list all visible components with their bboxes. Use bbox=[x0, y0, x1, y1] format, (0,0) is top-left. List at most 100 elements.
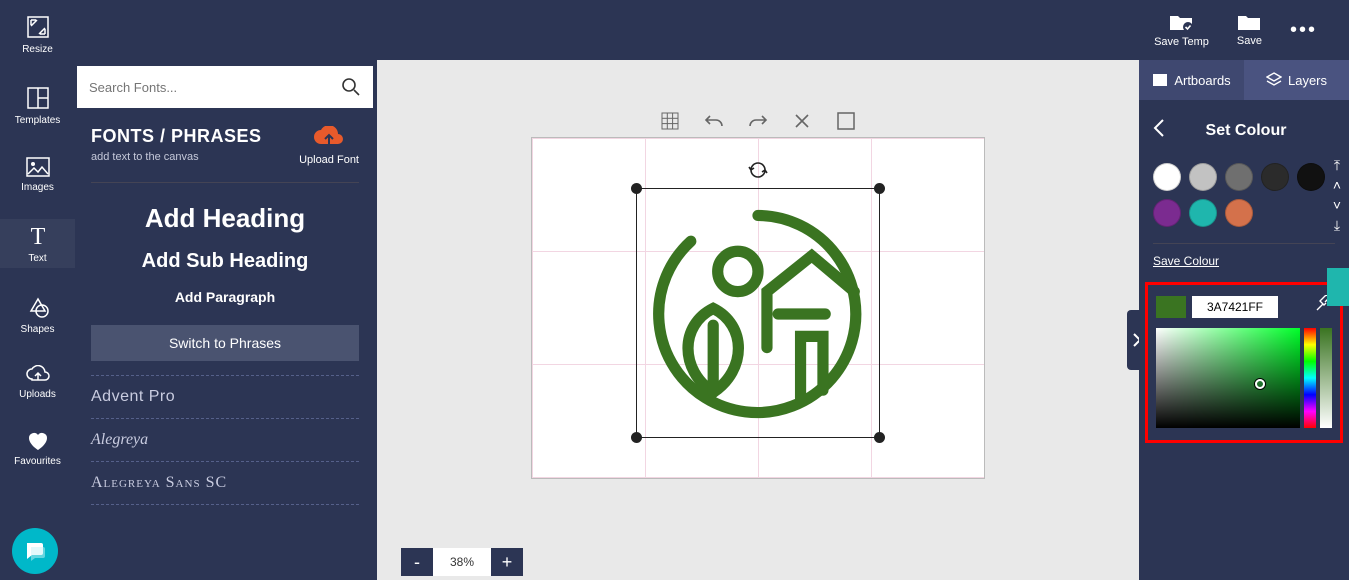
swatch-ltgrey[interactable] bbox=[1189, 163, 1217, 191]
swatch-grey[interactable] bbox=[1225, 163, 1253, 191]
redo-button[interactable] bbox=[747, 110, 769, 132]
undo-icon bbox=[704, 113, 724, 129]
rail-images[interactable]: Images bbox=[0, 152, 75, 197]
chevron-left-icon bbox=[1153, 118, 1165, 138]
font-item-advent-pro[interactable]: Advent Pro bbox=[91, 376, 359, 419]
selection-box[interactable] bbox=[636, 188, 880, 438]
svg-text:T: T bbox=[30, 224, 45, 249]
rail-templates[interactable]: Templates bbox=[0, 81, 75, 130]
save-temp-label: Save Temp bbox=[1154, 36, 1209, 48]
swatch-purple[interactable] bbox=[1153, 199, 1181, 227]
add-paragraph-button[interactable]: Add Paragraph bbox=[77, 289, 373, 305]
font-search[interactable] bbox=[77, 66, 373, 108]
swatch-white[interactable] bbox=[1153, 163, 1181, 191]
add-subheading-button[interactable]: Add Sub Heading bbox=[77, 250, 373, 273]
hue-slider[interactable] bbox=[1304, 328, 1316, 428]
font-search-input[interactable] bbox=[89, 80, 341, 95]
right-panel: Artboards Layers ⤒ ˄ ˅ ⤓ Set Colour Save… bbox=[1139, 60, 1349, 580]
swatch-orange[interactable] bbox=[1225, 199, 1253, 227]
colour-picker-highlighted bbox=[1145, 282, 1343, 443]
more-menu-button[interactable]: ••• bbox=[1290, 19, 1317, 42]
close-button[interactable] bbox=[791, 110, 813, 132]
tool-rail: Resize Templates Images T Text Shapes Up… bbox=[0, 0, 75, 580]
folder-icon bbox=[1237, 13, 1261, 31]
divider bbox=[1153, 243, 1335, 244]
saturation-value-panel[interactable] bbox=[1156, 328, 1300, 428]
font-list: Advent Pro Alegreya Alegreya Sans SC bbox=[77, 376, 373, 505]
rail-images-label: Images bbox=[21, 182, 54, 193]
font-item-alegreya-sans-sc[interactable]: Alegreya Sans SC bbox=[91, 462, 359, 505]
tab-layers[interactable]: Layers bbox=[1244, 60, 1349, 100]
swatch-black[interactable] bbox=[1297, 163, 1325, 191]
current-colour-preview bbox=[1156, 296, 1186, 318]
rail-shapes[interactable]: Shapes bbox=[0, 290, 75, 339]
tab-artboards[interactable]: Artboards bbox=[1139, 60, 1244, 100]
arrow-bottom[interactable]: ⤓ bbox=[1327, 218, 1347, 232]
layers-icon bbox=[1266, 72, 1282, 88]
arrow-top[interactable]: ⤒ bbox=[1327, 158, 1347, 172]
rail-shapes-label: Shapes bbox=[21, 324, 55, 335]
save-colour-button[interactable]: Save Colour bbox=[1139, 254, 1349, 276]
square-icon bbox=[837, 112, 855, 130]
swatch-teal[interactable] bbox=[1189, 199, 1217, 227]
right-panel-title: Set Colour bbox=[1177, 122, 1315, 140]
chat-button[interactable] bbox=[12, 528, 58, 574]
save-button[interactable]: Save bbox=[1237, 13, 1262, 47]
swatch-dark[interactable] bbox=[1261, 163, 1289, 191]
font-item-alegreya[interactable]: Alegreya bbox=[91, 419, 359, 462]
rail-uploads-label: Uploads bbox=[19, 389, 56, 400]
resize-handle-bl[interactable] bbox=[631, 432, 642, 443]
colour-swatches bbox=[1139, 151, 1349, 239]
heart-icon bbox=[26, 430, 50, 452]
redo-icon bbox=[748, 113, 768, 129]
chat-icon bbox=[23, 539, 47, 563]
canvas-area[interactable]: - 38% + bbox=[377, 60, 1139, 580]
side-tab[interactable] bbox=[1327, 268, 1349, 306]
hex-input[interactable] bbox=[1192, 296, 1278, 318]
grid-icon bbox=[661, 112, 679, 130]
fonts-panel: FONTS / PHRASES add text to the canvas U… bbox=[77, 66, 373, 580]
rail-resize-label: Resize bbox=[22, 44, 53, 55]
artboard-button[interactable] bbox=[835, 110, 857, 132]
canvas[interactable] bbox=[532, 138, 984, 478]
resize-icon bbox=[25, 14, 51, 40]
save-label: Save bbox=[1237, 35, 1262, 47]
canvas-toolbar bbox=[659, 110, 857, 132]
rail-favourites-label: Favourites bbox=[14, 456, 61, 467]
add-heading-button[interactable]: Add Heading bbox=[77, 203, 373, 234]
rail-resize[interactable]: Resize bbox=[0, 10, 75, 59]
cloud-upload-icon bbox=[312, 126, 346, 150]
resize-handle-br[interactable] bbox=[874, 432, 885, 443]
upload-font-label: Upload Font bbox=[299, 154, 359, 166]
templates-icon bbox=[25, 85, 51, 111]
resize-handle-tl[interactable] bbox=[631, 183, 642, 194]
rotate-handle[interactable] bbox=[747, 161, 769, 184]
zoom-out-button[interactable]: - bbox=[401, 548, 433, 576]
divider bbox=[91, 182, 359, 183]
zoom-in-button[interactable]: + bbox=[491, 548, 523, 576]
arrow-down[interactable]: ˅ bbox=[1327, 198, 1347, 212]
shapes-icon bbox=[25, 294, 51, 320]
rotate-icon bbox=[747, 161, 769, 179]
rail-uploads[interactable]: Uploads bbox=[0, 361, 75, 404]
resize-handle-tr[interactable] bbox=[874, 183, 885, 194]
arrow-up[interactable]: ˄ bbox=[1327, 178, 1347, 192]
save-temp-button[interactable]: Save Temp bbox=[1154, 12, 1209, 48]
rail-text[interactable]: T Text bbox=[0, 219, 75, 268]
rail-text-label: Text bbox=[28, 253, 46, 264]
zoom-control: - 38% + bbox=[401, 548, 523, 576]
undo-button[interactable] bbox=[703, 110, 725, 132]
alpha-slider[interactable] bbox=[1320, 328, 1332, 428]
tab-layers-label: Layers bbox=[1288, 73, 1327, 88]
fonts-panel-subtitle: add text to the canvas bbox=[91, 151, 262, 163]
rail-favourites[interactable]: Favourites bbox=[0, 426, 75, 471]
grid-toggle-button[interactable] bbox=[659, 110, 681, 132]
images-icon bbox=[25, 156, 51, 178]
back-button[interactable] bbox=[1153, 118, 1165, 143]
uploads-icon bbox=[25, 365, 51, 385]
folder-check-icon bbox=[1168, 12, 1194, 32]
switch-phrases-button[interactable]: Switch to Phrases bbox=[91, 325, 359, 361]
close-icon bbox=[794, 113, 810, 129]
upload-font-button[interactable]: Upload Font bbox=[299, 126, 359, 166]
sv-cursor[interactable] bbox=[1255, 379, 1265, 389]
